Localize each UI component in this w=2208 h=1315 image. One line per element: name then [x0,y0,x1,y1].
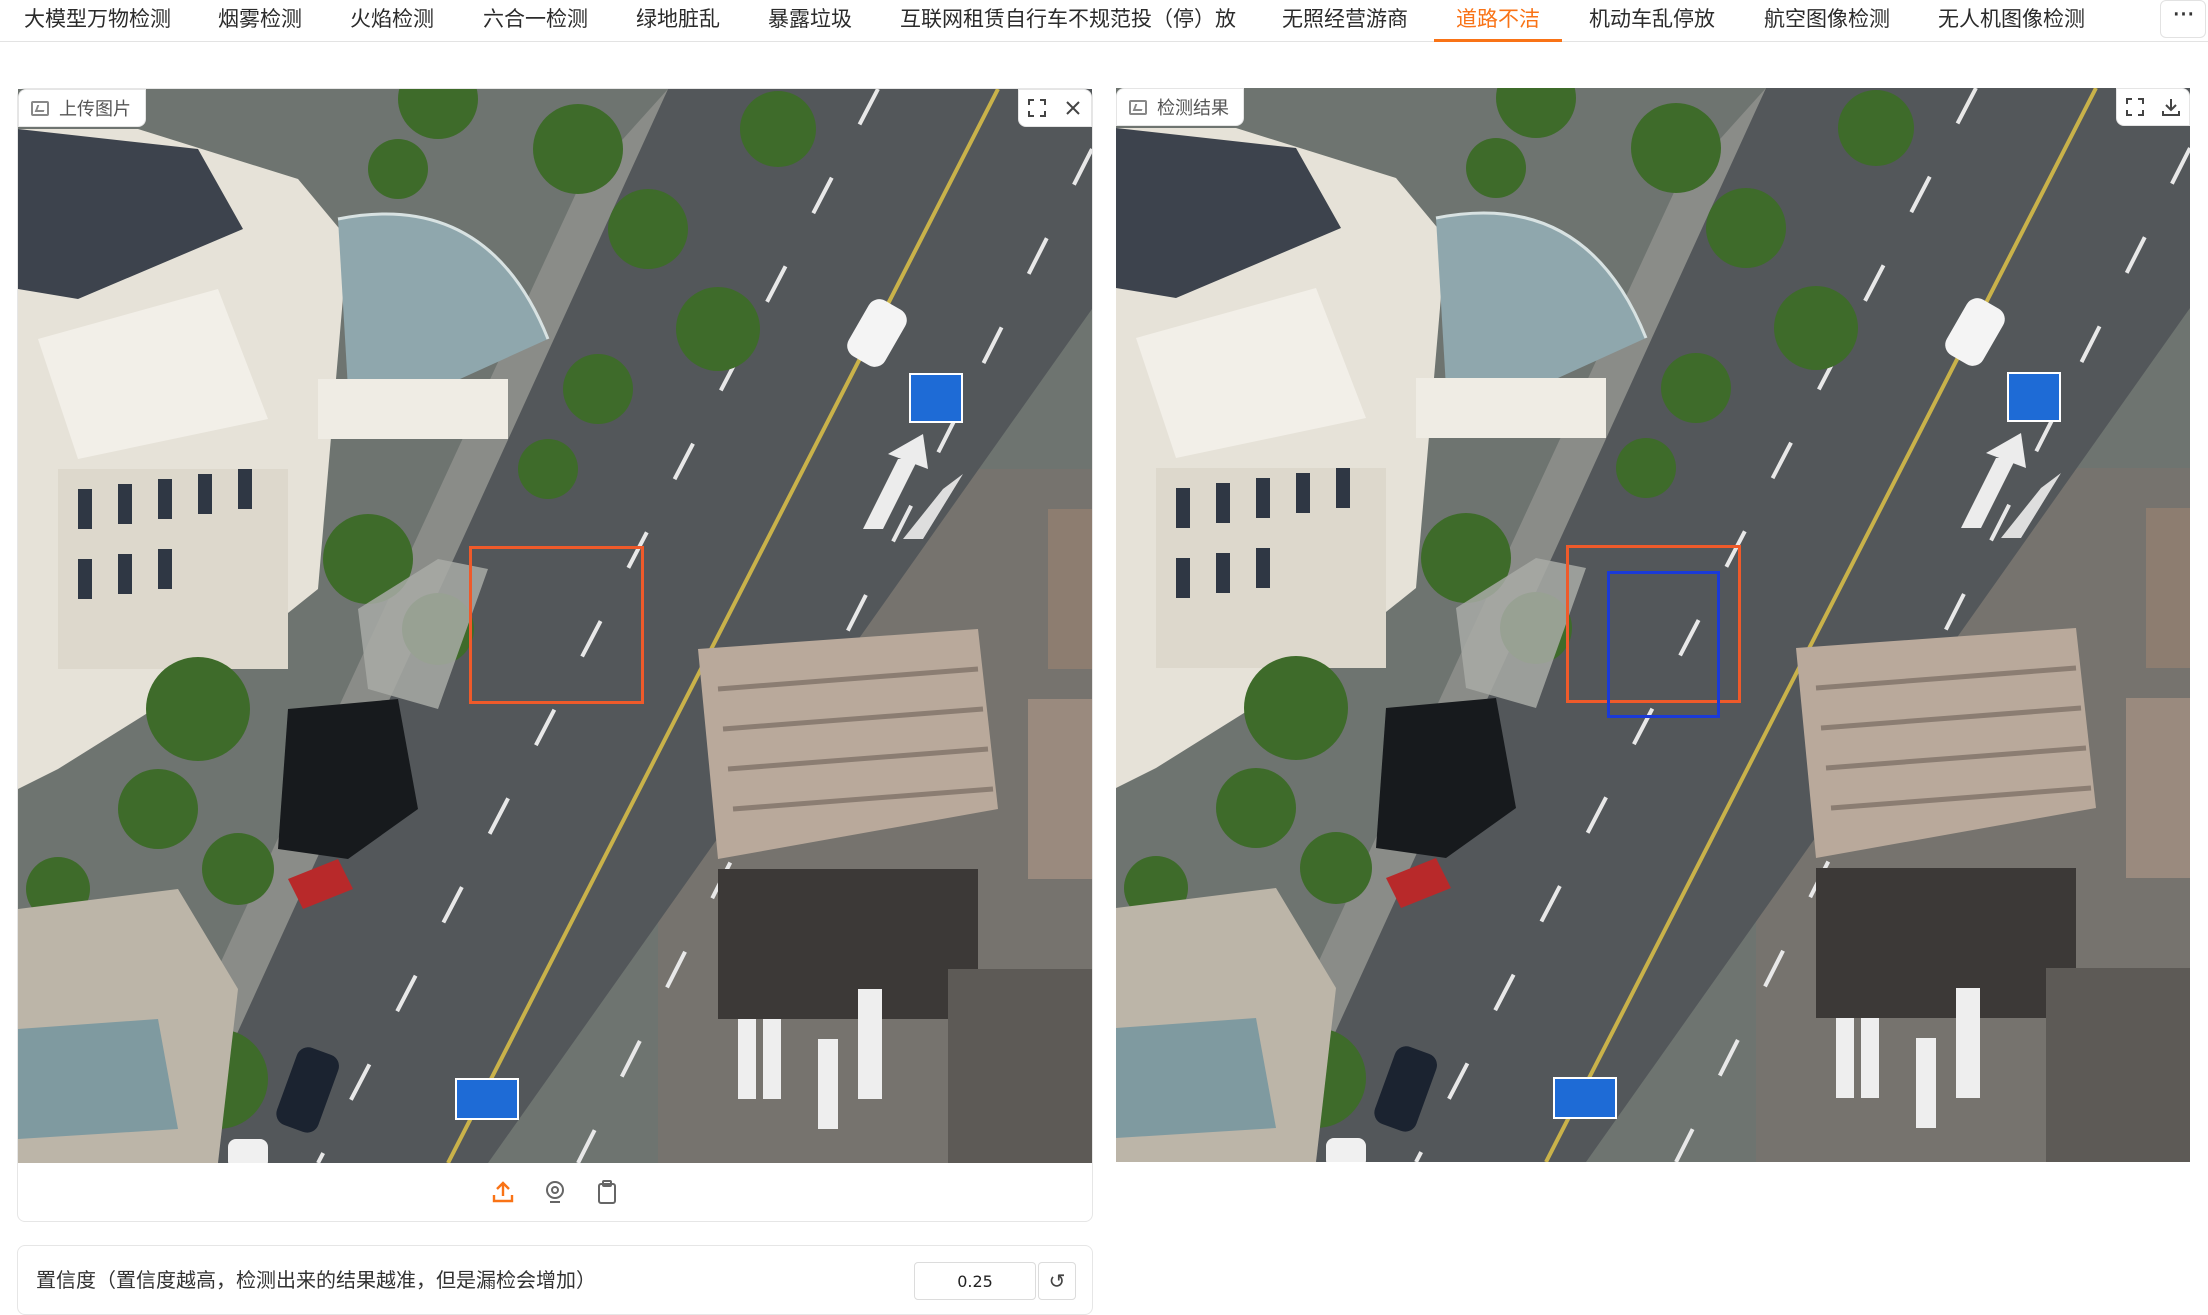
tab-smoke-detection[interactable]: 烟雾检测 [196,0,324,42]
tab-fire-detection[interactable]: 火焰检测 [328,0,456,42]
expand-icon[interactable] [1019,90,1055,126]
detection-tab-bar: 大模型万物检测 烟雾检测 火焰检测 六合一检测 绿地脏乱 暴露垃圾 互联网租赁自… [0,0,2208,42]
result-image-label-text: 检测结果 [1157,98,1229,119]
tab-exposed-garbage[interactable]: 暴露垃圾 [746,0,874,42]
upload-icon[interactable] [488,1177,518,1207]
result-image-label: 检测结果 [1116,88,1244,126]
result-panel: 检测结果 [1116,88,2190,1162]
tab-bike-parking[interactable]: 互联网租赁自行车不规范投（停）放 [878,0,1258,42]
input-marked-region [469,546,644,704]
upload-image-label: 上传图片 [18,89,146,127]
more-tabs-button[interactable]: ··· [2160,0,2206,38]
result-image [1116,88,2190,1162]
download-icon[interactable] [2153,89,2189,125]
tab-vehicle-parking[interactable]: 机动车乱停放 [1567,0,1737,42]
tab-unlicensed-vendor[interactable]: 无照经营游商 [1260,0,1430,42]
tab-universal-detection[interactable]: 大模型万物检测 [2,0,193,42]
upload-image-label-text: 上传图片 [59,99,131,120]
uploaded-image [18,89,1092,1163]
detection-box-dirty-road [1607,571,1720,718]
clipboard-icon[interactable] [592,1177,622,1207]
upload-panel: 上传图片 [17,88,1093,1222]
confidence-setting: 置信度（置信度越高，检测出来的结果越准，但是漏检会增加） ↺ [17,1245,1093,1315]
tab-green-space-mess[interactable]: 绿地脏乱 [614,0,742,42]
result-image-actions [2116,88,2190,126]
tab-six-in-one[interactable]: 六合一检测 [461,0,610,42]
close-icon[interactable] [1055,90,1091,126]
webcam-icon[interactable] [540,1177,570,1207]
upload-source-toolbar [18,1163,1092,1221]
image-icon [1129,99,1147,115]
expand-icon[interactable] [2117,89,2153,125]
reset-icon[interactable]: ↺ [1038,1262,1076,1300]
tab-aerial-image[interactable]: 航空图像检测 [1742,0,1912,42]
image-icon [31,100,49,116]
tab-dirty-road[interactable]: 道路不洁 [1434,0,1562,42]
upload-image-actions [1018,89,1092,127]
confidence-label: 置信度（置信度越高，检测出来的结果越准，但是漏检会增加） [36,1268,596,1292]
confidence-input[interactable] [914,1262,1036,1300]
tab-drone-image[interactable]: 无人机图像检测 [1916,0,2107,42]
